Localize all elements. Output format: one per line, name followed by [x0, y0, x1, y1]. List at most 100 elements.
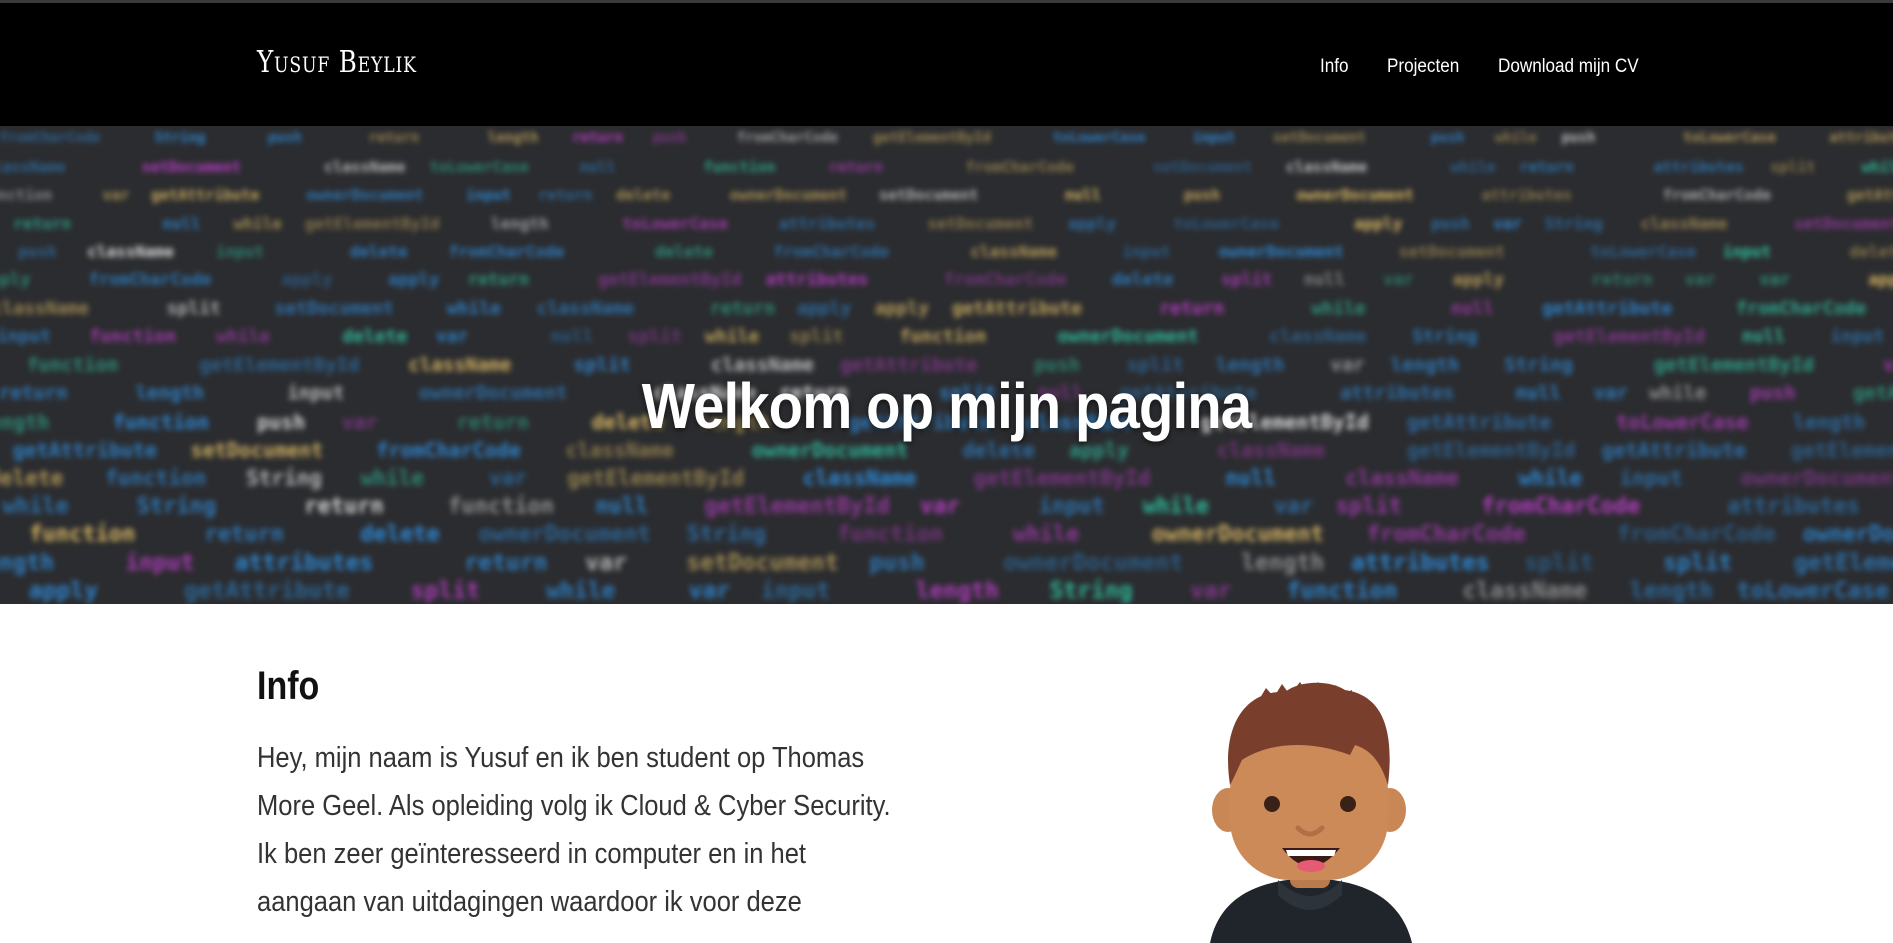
code-token: push: [267, 130, 302, 146]
code-token: apply: [1354, 214, 1403, 233]
code-token: length: [490, 214, 549, 233]
code-token: null: [1064, 186, 1101, 204]
code-token: while: [233, 214, 282, 233]
code-token: function: [837, 522, 944, 547]
code-token: setDocument: [878, 186, 979, 204]
code-token: input: [1830, 326, 1885, 347]
code-token: attributes: [778, 214, 876, 233]
code-token: attributes: [1481, 186, 1572, 204]
code-token: attributes: [1727, 494, 1860, 519]
code-token: input: [0, 326, 52, 347]
code-token: delete: [360, 522, 440, 547]
code-token: className: [970, 242, 1058, 261]
code-token: push: [1183, 186, 1221, 204]
code-token: push: [869, 550, 925, 576]
code-token: function: [1286, 578, 1398, 604]
code-token: className: [1269, 326, 1367, 347]
code-token: var: [1882, 354, 1893, 376]
code-token: length: [0, 410, 50, 434]
code-token: apply: [388, 270, 440, 290]
code-token: className: [1285, 158, 1368, 176]
code-token: function: [29, 522, 136, 547]
code-token: fromCharCode: [1617, 522, 1776, 547]
site-brand[interactable]: Yusuf Beylik: [257, 45, 417, 80]
code-token: input: [1192, 130, 1235, 146]
code-token: apply: [28, 578, 99, 604]
code-token: attributes: [765, 270, 869, 290]
code-token: function: [89, 326, 177, 347]
code-token: String: [1049, 578, 1133, 604]
code-token: className: [324, 158, 406, 176]
code-token: delete: [616, 186, 671, 204]
code-token: var: [1493, 214, 1522, 233]
code-token: split: [627, 326, 682, 347]
code-token: fromCharCode: [773, 242, 890, 261]
info-paragraph: Hey, mijn naam is Yusuf en ik ben studen…: [257, 734, 891, 926]
code-token: fromCharCode: [0, 130, 101, 146]
code-token: function: [899, 326, 987, 347]
nav-link-projecten[interactable]: Projecten: [1387, 56, 1459, 78]
code-token: function: [703, 158, 776, 176]
code-token: ownerDocument: [1003, 550, 1184, 576]
code-token: getAttribute: [1846, 186, 1893, 204]
nav-link-info[interactable]: Info: [1320, 56, 1349, 78]
code-token: split: [789, 326, 844, 347]
info-line: Ik ben zeer geïnteresseerd in computer e…: [257, 838, 807, 870]
code-token: String: [246, 466, 322, 490]
nav-link-download-cv[interactable]: Download mijn CV: [1498, 56, 1639, 78]
code-token: setDocument: [686, 550, 839, 576]
info-line: aangaan van uitdagingen waardoor ik voor…: [257, 886, 802, 918]
code-token: var: [1190, 578, 1232, 604]
code-token: input: [215, 242, 264, 261]
code-token: length: [915, 578, 999, 604]
code-token: return: [538, 186, 593, 204]
code-token: String: [136, 494, 217, 519]
code-token: function: [26, 354, 119, 376]
code-token: getElementById: [872, 130, 991, 146]
code-token: null: [1741, 326, 1786, 347]
code-token: ownerDocument: [478, 522, 651, 547]
code-token: String: [154, 130, 206, 146]
code-token: className: [1640, 214, 1728, 233]
code-token: var: [919, 494, 960, 519]
code-token: getAttribute: [1542, 298, 1673, 319]
info-line: More Geel. Als opleiding volg ik Cloud &…: [257, 790, 891, 822]
code-token: while: [2, 494, 69, 519]
code-token: ownerDocument: [1057, 326, 1199, 347]
code-token: split: [1335, 494, 1402, 519]
code-token: return: [204, 522, 284, 547]
hero-banner: fromCharCode String push return length return…: [0, 126, 1893, 604]
code-token: return: [710, 298, 776, 319]
code-token: input: [1122, 242, 1171, 261]
code-token: toLowerCase: [1052, 130, 1146, 146]
code-token: delete: [342, 326, 408, 347]
code-token: delete: [655, 242, 713, 261]
code-token: length: [1629, 578, 1713, 604]
code-token: getAttribute: [151, 186, 260, 204]
code-token: var: [585, 550, 627, 576]
code-token: apply: [1452, 270, 1504, 290]
code-token: length: [1792, 410, 1866, 434]
code-token: function: [448, 494, 555, 519]
code-token: fromCharCode: [1736, 298, 1867, 319]
code-token: null: [1303, 270, 1345, 290]
code-background-image: fromCharCode String push return length return…: [0, 126, 1893, 604]
code-token: input: [465, 186, 512, 204]
code-token: input: [125, 550, 195, 576]
code-token: ownerDocument: [1740, 466, 1893, 490]
code-token: getElementById: [973, 466, 1151, 490]
code-token: while: [1494, 130, 1537, 146]
code-token: attributes: [234, 550, 374, 576]
code-token: var: [489, 466, 528, 490]
code-token: var: [102, 186, 130, 204]
code-token: length: [487, 130, 539, 146]
code-token: ownerDocument: [729, 186, 848, 204]
info-heading: Info: [257, 664, 320, 708]
navbar: Yusuf Beylik Info Projecten Download mij…: [0, 3, 1893, 126]
code-token: length: [0, 550, 55, 576]
code-token: apply: [0, 270, 31, 290]
code-token: null: [550, 326, 594, 347]
code-token: ownerDocument: [1296, 186, 1414, 204]
code-token: getElementById: [1553, 326, 1705, 347]
code-token: fromCharCode: [965, 158, 1074, 176]
